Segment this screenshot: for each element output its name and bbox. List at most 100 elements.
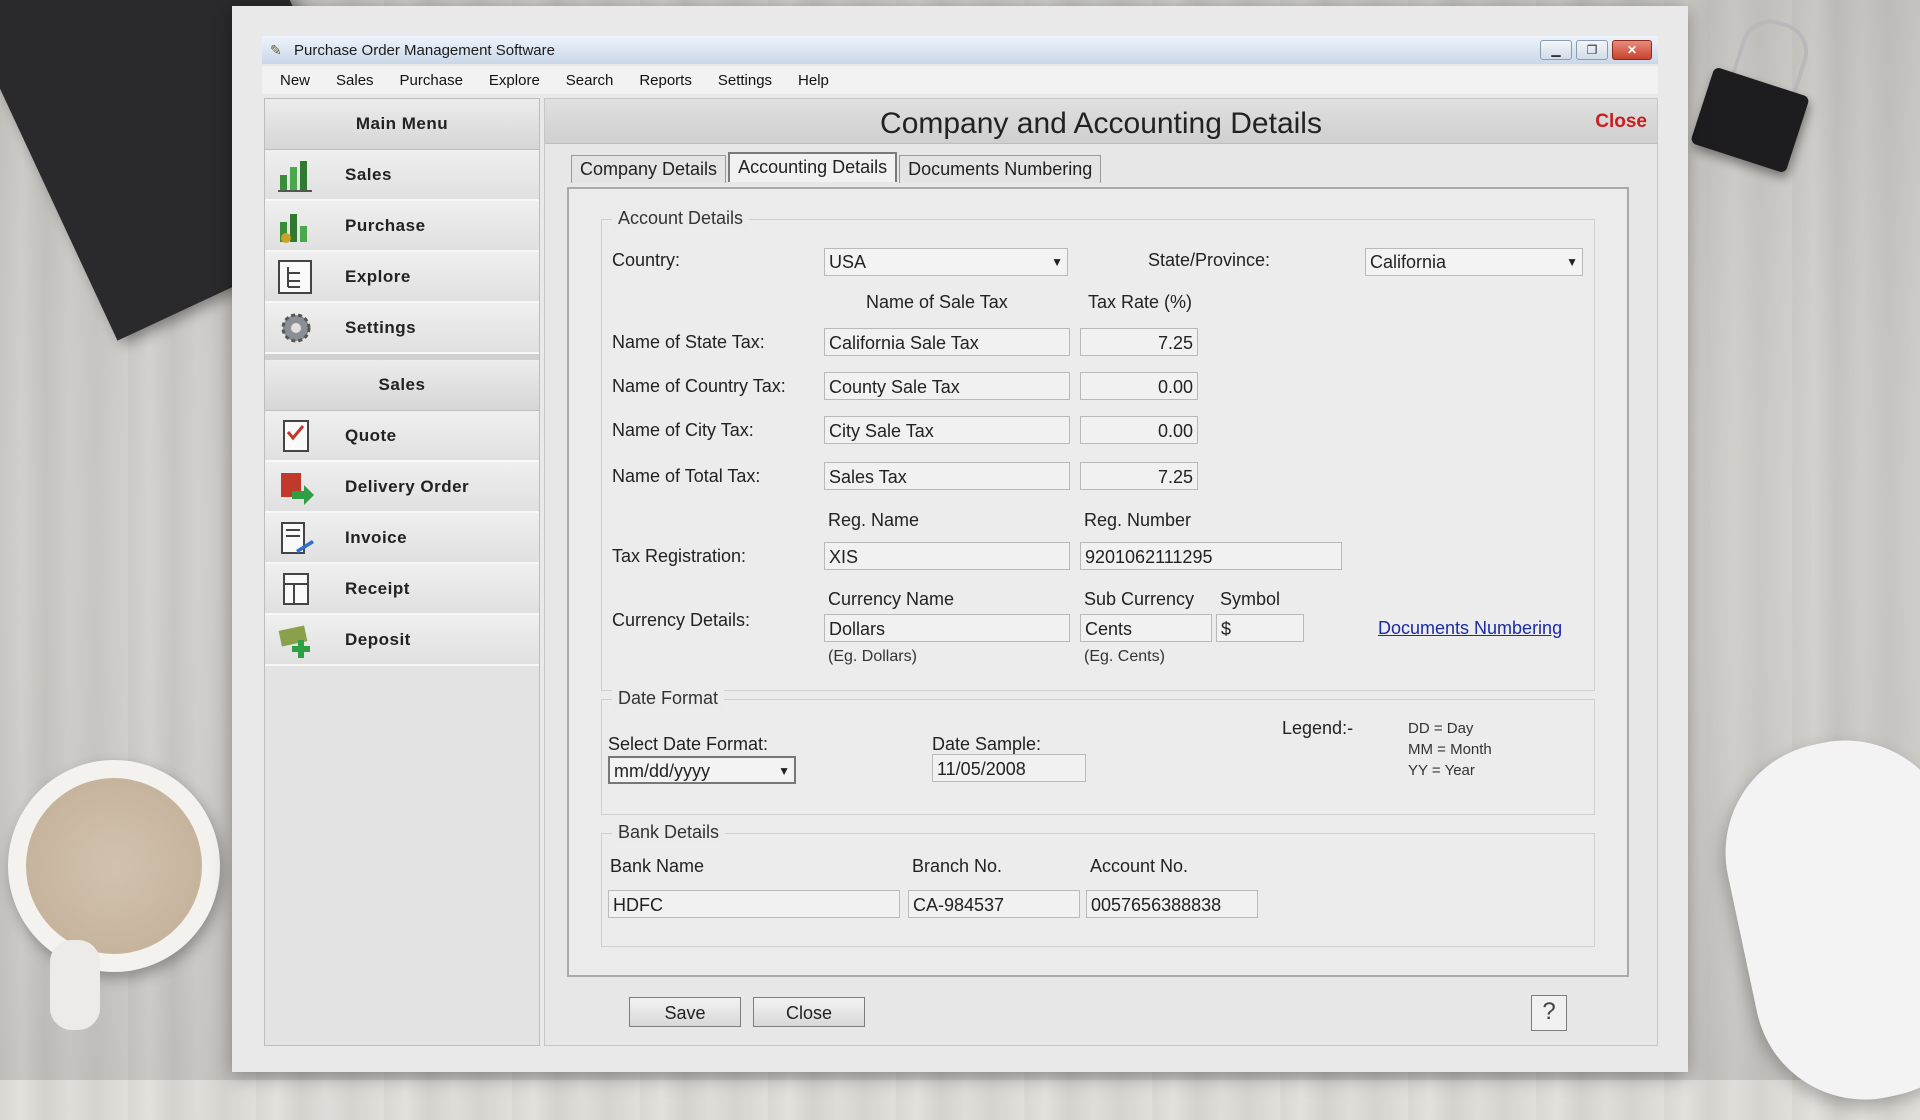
menu-sales[interactable]: Sales (336, 72, 374, 89)
state-select[interactable]: California ▼ (1365, 248, 1583, 276)
menu-new[interactable]: New (280, 72, 310, 89)
state-tax-name-field[interactable]: California Sale Tax (824, 328, 1070, 356)
bank-details-title: Bank Details (612, 822, 726, 843)
tab-documents-numbering[interactable]: Documents Numbering (899, 155, 1102, 183)
save-button[interactable]: Save (629, 997, 741, 1027)
account-number-field[interactable]: 0057656388838 (1086, 890, 1258, 918)
total-tax-rate-field[interactable]: 7.25 (1080, 462, 1198, 490)
legend-year: YY = Year (1408, 762, 1475, 779)
cup-handle (50, 940, 100, 1030)
state-tax-rate-field[interactable]: 7.25 (1080, 328, 1198, 356)
main-content: Company and Accounting Details Close Com… (544, 98, 1658, 1046)
close-button[interactable]: Close (753, 997, 865, 1027)
sidebar-item-quote[interactable]: Quote (265, 411, 539, 462)
symbol-header: Symbol (1220, 589, 1281, 609)
sidebar-item-purchase[interactable]: Purchase (265, 201, 539, 252)
window-close-button[interactable]: ✕ (1612, 40, 1652, 60)
sidebar-item-label: Deposit (345, 629, 411, 649)
reg-number-header: Reg. Number (1084, 510, 1192, 530)
delivery-order-icon (273, 467, 319, 507)
header-close-link[interactable]: Close (1595, 111, 1647, 133)
branch-field[interactable]: CA-984537 (908, 890, 1080, 918)
page-title: Company and Accounting Details (880, 107, 1322, 140)
explore-tree-icon (273, 257, 319, 297)
sidebar-item-label: Purchase (345, 215, 426, 235)
country-label: Country: (612, 250, 681, 270)
sidebar-item-explore[interactable]: Explore (265, 252, 539, 303)
menu-explore[interactable]: Explore (489, 72, 540, 89)
chevron-down-icon: ▼ (1051, 255, 1063, 269)
tab-accounting-details[interactable]: Accounting Details (728, 152, 898, 182)
menu-help[interactable]: Help (798, 72, 829, 89)
currency-hint: (Eg. Dollars) (828, 648, 917, 665)
sidebar-item-receipt[interactable]: Receipt (265, 564, 539, 615)
tax-rate-header: Tax Rate (%) (1088, 292, 1193, 312)
title-bar: ✎ Purchase Order Management Software ▁ ❐… (262, 36, 1658, 64)
sidebar-item-deposit[interactable]: Deposit (265, 615, 539, 666)
tax-registration-label: Tax Registration: (612, 546, 747, 566)
purchase-chart-icon (273, 206, 319, 246)
reg-name-header: Reg. Name (828, 510, 920, 530)
sidebar-item-label: Sales (345, 164, 392, 184)
main-header: Company and Accounting Details Close (545, 99, 1657, 144)
date-sample-field: 11/05/2008 (932, 754, 1086, 782)
date-format-group: Date Format Select Date Format: mm/dd/yy… (601, 688, 1595, 815)
sidebar-item-label: Settings (345, 317, 417, 337)
city-tax-rate-field[interactable]: 0.00 (1080, 416, 1198, 444)
menu-search[interactable]: Search (566, 72, 614, 89)
sidebar-item-invoice[interactable]: Invoice (265, 513, 539, 564)
city-tax-label: Name of City Tax: (612, 420, 754, 440)
currency-details-label: Currency Details: (612, 610, 751, 630)
country-tax-name-field[interactable]: County Sale Tax (824, 372, 1070, 400)
city-tax-name-field[interactable]: City Sale Tax (824, 416, 1070, 444)
chevron-down-icon: ▼ (778, 764, 790, 778)
menu-reports[interactable]: Reports (639, 72, 692, 89)
sidebar: Main Menu Sales Purchase Explore Setting… (264, 98, 540, 1046)
restore-button[interactable]: ❐ (1576, 40, 1608, 60)
reg-number-field[interactable]: 9201062111295 (1080, 542, 1342, 570)
sidebar-item-label: Delivery Order (345, 476, 470, 496)
branch-header: Branch No. (912, 856, 1003, 876)
account-header: Account No. (1090, 856, 1189, 876)
bank-details-group: Bank Details Bank Name Branch No. Accoun… (601, 822, 1595, 947)
sidebar-item-label: Explore (345, 266, 411, 286)
app-icon: ✎ (270, 42, 282, 58)
date-format-title: Date Format (612, 688, 725, 709)
bank-name-header: Bank Name (610, 856, 705, 876)
menu-settings[interactable]: Settings (718, 72, 772, 89)
tab-strip: Company Details Accounting Details Docum… (571, 152, 1103, 183)
chevron-down-icon: ▼ (1566, 255, 1578, 269)
state-value: California (1370, 252, 1447, 272)
sub-currency-hint: (Eg. Cents) (1084, 648, 1165, 665)
tab-panel: Account Details Country: USA ▼ State/Prov… (567, 187, 1629, 977)
sidebar-item-settings[interactable]: Settings (265, 303, 539, 354)
sidebar-item-sales[interactable]: Sales (265, 150, 539, 201)
reg-name-field[interactable]: XIS (824, 542, 1070, 570)
state-label: State/Province: (1148, 250, 1271, 270)
documents-numbering-link[interactable]: Documents Numbering (1378, 618, 1562, 639)
select-date-format-label: Select Date Format: (608, 734, 769, 754)
sidebar-item-delivery-order[interactable]: Delivery Order (265, 462, 539, 513)
country-tax-rate-field[interactable]: 0.00 (1080, 372, 1198, 400)
legend-month: MM = Month (1408, 741, 1492, 758)
sales-section-header: Sales (265, 360, 539, 411)
currency-name-field[interactable]: Dollars (824, 614, 1070, 642)
help-button[interactable]: ? (1531, 995, 1567, 1031)
deposit-icon (273, 620, 319, 660)
coffee-cup (8, 760, 220, 972)
bank-name-field[interactable]: HDFC (608, 890, 900, 918)
symbol-field[interactable]: $ (1216, 614, 1304, 642)
total-tax-name-field[interactable]: Sales Tax (824, 462, 1070, 490)
date-format-select[interactable]: mm/dd/yyyy ▼ (608, 756, 796, 784)
date-sample-label: Date Sample: (932, 734, 1042, 754)
country-select[interactable]: USA ▼ (824, 248, 1068, 276)
sub-currency-field[interactable]: Cents (1080, 614, 1212, 642)
legend-day: DD = Day (1408, 720, 1474, 737)
menu-bar: New Sales Purchase Explore Search Report… (262, 66, 1658, 94)
menu-purchase[interactable]: Purchase (400, 72, 463, 89)
quote-icon (273, 416, 319, 456)
tab-company-details[interactable]: Company Details (571, 155, 727, 183)
tax-name-header: Name of Sale Tax (866, 292, 1008, 312)
date-format-value: mm/dd/yyyy (614, 761, 711, 781)
minimize-button[interactable]: ▁ (1540, 40, 1572, 60)
